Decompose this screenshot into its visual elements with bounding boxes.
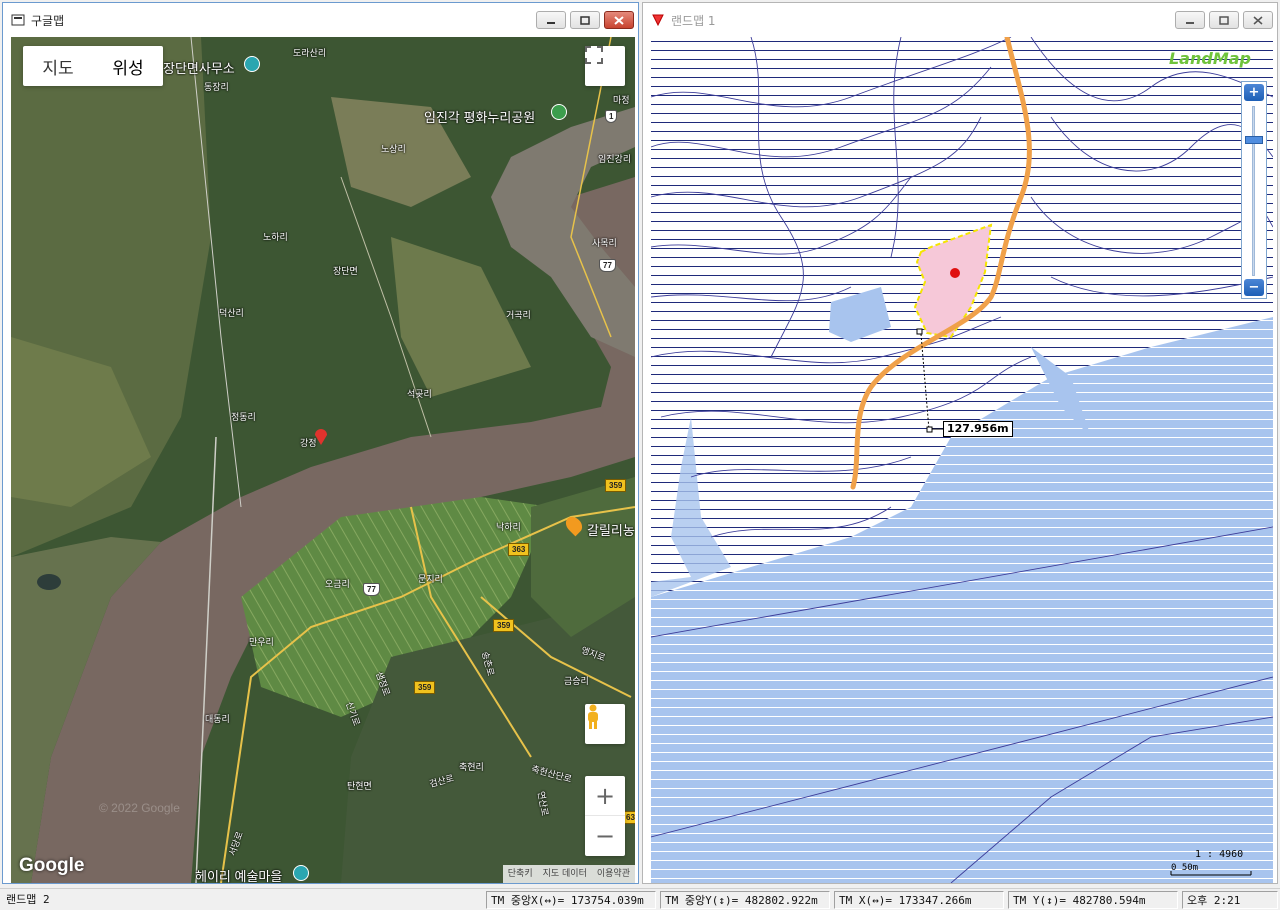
- map-type-map-button[interactable]: 지도: [23, 46, 93, 86]
- minimize-button[interactable]: [1175, 11, 1205, 29]
- place-label: 동장리: [204, 82, 229, 92]
- parcel-center-point: [950, 268, 960, 278]
- place-label: 도라산리: [293, 48, 327, 58]
- zoom-in-button[interactable]: +: [585, 776, 625, 816]
- google-logo: Google: [19, 855, 85, 876]
- place-label: 정동리: [231, 412, 256, 422]
- landmap-titlebar[interactable]: 랜드맵 1: [643, 3, 1277, 37]
- road-shield: 77: [363, 583, 380, 596]
- terms-link[interactable]: 이용약관: [592, 865, 635, 883]
- app-icon: [11, 13, 25, 27]
- close-button[interactable]: [1243, 11, 1273, 29]
- place-label: 오금리: [325, 579, 350, 589]
- maximize-button[interactable]: [1209, 11, 1239, 29]
- status-time: 오후 2:21: [1182, 891, 1278, 909]
- place-label: 문지리: [418, 574, 443, 584]
- road-shield: 359: [493, 619, 515, 632]
- status-tm-y: TM Y(↕)= 482780.594m: [1008, 891, 1178, 909]
- zoom-out-button[interactable]: −: [1244, 279, 1264, 296]
- place-label: 강정: [300, 438, 317, 448]
- maximize-button[interactable]: [570, 11, 600, 29]
- scale-bar-label: 0 50m: [1171, 863, 1199, 873]
- place-label: 임진각 평화누리공원: [424, 110, 536, 125]
- street-view-button[interactable]: [585, 704, 625, 744]
- map-footer: 단축키 지도 데이터 이용약관: [502, 865, 635, 883]
- landmap-window: 랜드맵 1 LandMap + − 127.956m 1: 4960 0 50…: [642, 2, 1278, 884]
- zoom-track[interactable]: [1252, 106, 1255, 276]
- place-label: 장단면: [333, 266, 358, 276]
- copyright-watermark: © 2022 Google: [99, 801, 180, 815]
- cadastral-drawing: [651, 37, 1273, 883]
- park-icon: [551, 104, 567, 120]
- status-tm-x: TM X(↔)= 173347.266m: [834, 891, 1004, 909]
- place-label: 낙하리: [496, 522, 521, 532]
- zoom-control: + −: [585, 776, 625, 856]
- map-data-link[interactable]: 지도 데이터: [538, 865, 592, 883]
- place-label: 노상리: [381, 144, 406, 154]
- landmap-logo: LandMap: [1168, 49, 1251, 68]
- place-label: 임진강리: [598, 154, 632, 164]
- close-button[interactable]: [604, 11, 634, 29]
- place-label: 탄현면: [347, 781, 372, 791]
- status-tm-center-x: TM 중앙X(↔)= 173754.039m: [486, 891, 656, 909]
- keyboard-shortcuts-link[interactable]: 단축키: [503, 865, 538, 883]
- road-shield: 359: [605, 479, 627, 492]
- attraction-icon: [293, 865, 309, 881]
- place-label: 갈릴리농: [587, 523, 635, 538]
- window-title: 랜드맵 1: [671, 13, 716, 28]
- road-shield: 77: [599, 259, 616, 272]
- scale-ratio: 1 : 4960: [1195, 849, 1244, 860]
- place-label: 만우리: [249, 637, 274, 647]
- road-shield: 363: [508, 543, 530, 556]
- map-type-control: 지도 위성: [23, 46, 163, 86]
- google-map-window: 구글맵 도라산리 장단면사무소 동장리 마정 임진각 평화누리공원 노상리 임진…: [2, 2, 639, 884]
- window-title: 구글맵: [31, 13, 65, 28]
- place-label: 금승리: [564, 676, 589, 686]
- landmap-app-icon: [651, 13, 665, 27]
- road-shield: 359: [414, 681, 436, 694]
- fullscreen-button[interactable]: [585, 46, 625, 86]
- zoom-slider: + −: [1241, 81, 1267, 299]
- google-map-titlebar[interactable]: 구글맵: [3, 3, 638, 37]
- status-app: 랜드맵 2: [6, 893, 50, 906]
- status-bar: 랜드맵 2 TM 중앙X(↔)= 173754.039m TM 중앙Y(↕)= …: [0, 888, 1280, 910]
- place-label: 거곡리: [506, 310, 531, 320]
- place-label: 대동리: [205, 714, 230, 724]
- place-label: 덕산리: [219, 308, 244, 318]
- map-type-satellite-button[interactable]: 위성: [93, 46, 163, 86]
- satellite-imagery: [11, 37, 635, 883]
- place-label: 헤이리 예술마을: [195, 869, 283, 883]
- cadastral-map[interactable]: LandMap + − 127.956m 1 : 4960 0 50m: [651, 37, 1273, 883]
- satellite-map[interactable]: 도라산리 장단면사무소 동장리 마정 임진각 평화누리공원 노상리 임진강리 노…: [11, 37, 635, 883]
- distance-label: 127.956m: [943, 421, 1013, 437]
- place-label: 마정: [613, 95, 630, 105]
- place-label: 사목리: [592, 238, 617, 248]
- place-label: 노하리: [263, 232, 288, 242]
- minimize-button[interactable]: [536, 11, 566, 29]
- zoom-in-button[interactable]: +: [1244, 84, 1264, 101]
- place-label: 장단면사무소: [163, 61, 235, 76]
- zoom-thumb[interactable]: [1245, 136, 1263, 144]
- zoom-out-button[interactable]: −: [585, 816, 625, 856]
- government-icon: [244, 56, 260, 72]
- place-label: 축현리: [459, 762, 484, 772]
- place-label: 석곶리: [407, 389, 432, 399]
- status-tm-center-y: TM 중앙Y(↕)= 482802.922m: [660, 891, 830, 909]
